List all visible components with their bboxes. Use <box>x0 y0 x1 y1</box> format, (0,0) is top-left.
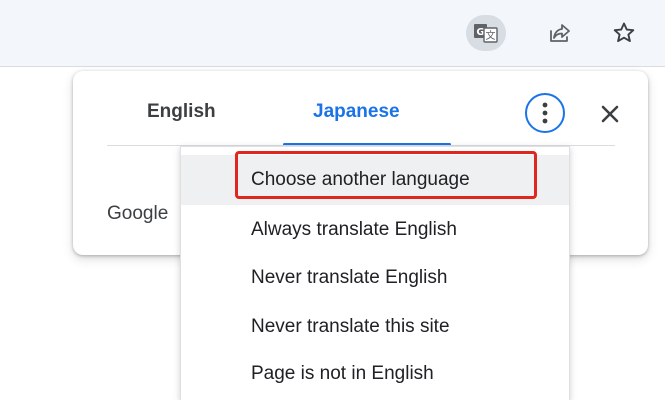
svg-text:文: 文 <box>486 29 496 42</box>
translate-page-button[interactable]: G 文 <box>466 15 506 51</box>
toolbar-divider <box>0 66 665 67</box>
translate-icon: G 文 <box>474 24 498 43</box>
share-button[interactable] <box>540 15 580 51</box>
tab-english[interactable]: English <box>147 101 216 123</box>
bookmark-button[interactable] <box>604 15 644 51</box>
more-vert-icon <box>542 102 548 124</box>
menu-item-choose-another-language[interactable]: Choose another language <box>181 155 569 205</box>
star-icon <box>613 22 635 43</box>
translate-options-menu: Choose another language Always translate… <box>180 146 570 400</box>
menu-item-never-translate-language[interactable]: Never translate English <box>181 253 569 303</box>
browser-window: G 文 English Japanese Google Choose anoth… <box>0 0 665 400</box>
tab-japanese[interactable]: Japanese <box>313 101 400 123</box>
translated-by-google-text: Google <box>107 203 169 224</box>
share-icon <box>550 24 570 42</box>
close-button[interactable] <box>595 99 625 129</box>
browser-toolbar: G 文 <box>0 0 665 66</box>
menu-item-never-translate-site[interactable]: Never translate this site <box>181 302 569 352</box>
menu-item-always-translate[interactable]: Always translate English <box>181 205 569 255</box>
close-icon <box>601 105 619 123</box>
more-options-button[interactable] <box>525 93 565 133</box>
menu-item-page-not-in-language[interactable]: Page is not in English <box>181 349 569 399</box>
